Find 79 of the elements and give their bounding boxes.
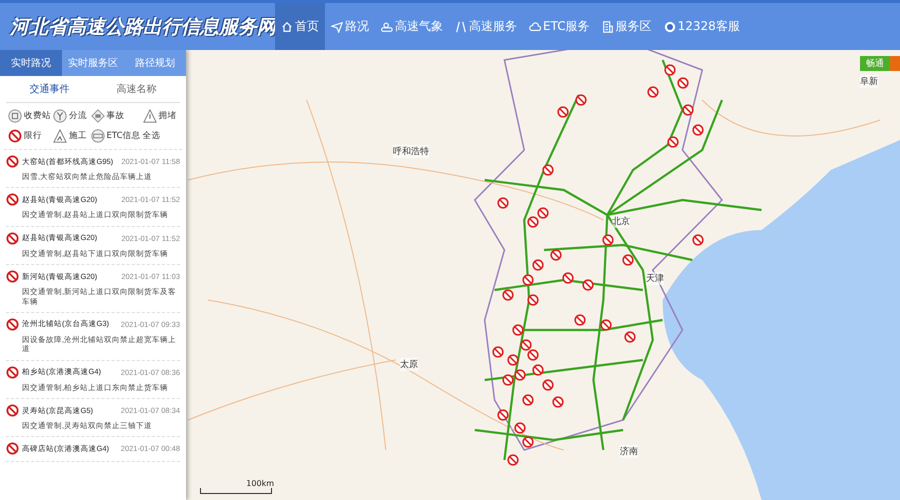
road-icon bbox=[455, 20, 467, 32]
closure-marker-icon[interactable] bbox=[557, 106, 569, 118]
city-label: 天津 bbox=[646, 272, 664, 285]
no-entry-icon bbox=[6, 270, 19, 284]
closure-marker-icon[interactable] bbox=[574, 314, 586, 326]
closure-marker-icon[interactable] bbox=[682, 104, 694, 116]
closure-marker-icon[interactable] bbox=[520, 339, 532, 351]
closure-marker-icon[interactable] bbox=[514, 369, 526, 381]
city-label: 呼和浩特 bbox=[393, 145, 429, 158]
closure-marker-icon[interactable] bbox=[507, 454, 519, 466]
nav-item[interactable]: 首页 bbox=[275, 3, 325, 50]
closure-marker-icon[interactable] bbox=[522, 394, 534, 406]
no-entry-icon bbox=[6, 442, 19, 456]
city-label: 太原 bbox=[400, 358, 418, 371]
city-label: 阜新 bbox=[860, 75, 878, 88]
no-entry-icon bbox=[6, 193, 19, 206]
closure-marker-icon[interactable] bbox=[497, 197, 509, 209]
accident-icon[interactable] bbox=[90, 109, 104, 123]
closure-marker-icon[interactable] bbox=[527, 294, 539, 306]
closure-marker-icon[interactable] bbox=[542, 379, 554, 391]
closure-marker-icon[interactable] bbox=[522, 436, 534, 448]
home-icon bbox=[281, 20, 293, 32]
warning-icon[interactable] bbox=[142, 109, 156, 123]
closure-marker-icon[interactable] bbox=[582, 279, 594, 291]
closure-marker-icon[interactable] bbox=[537, 207, 549, 219]
closure-marker-icon[interactable] bbox=[552, 396, 564, 408]
closure-marker-icon[interactable] bbox=[502, 374, 514, 386]
scale-bar bbox=[200, 488, 272, 494]
closure-marker-icon[interactable] bbox=[677, 77, 689, 89]
closure-marker-icon[interactable] bbox=[692, 124, 704, 136]
closure-marker-icon[interactable] bbox=[562, 272, 574, 284]
closure-marker-icon[interactable] bbox=[512, 324, 524, 336]
paper-plane-icon bbox=[331, 20, 343, 32]
closure-marker-icon[interactable] bbox=[532, 364, 544, 376]
scale-label: 100km bbox=[246, 480, 274, 488]
cloud-icon bbox=[529, 20, 541, 32]
closure-marker-icon[interactable] bbox=[602, 234, 614, 246]
closure-marker-icon[interactable] bbox=[664, 64, 676, 76]
filter-label[interactable]: 拥堵 bbox=[158, 110, 176, 122]
closure-marker-icon[interactable] bbox=[542, 164, 554, 176]
etc-badge-icon[interactable] bbox=[90, 129, 104, 143]
filter-label[interactable]: 全选 bbox=[142, 130, 160, 142]
fork-icon[interactable] bbox=[53, 109, 67, 123]
closure-marker-icon[interactable] bbox=[532, 259, 544, 271]
no-entry-icon bbox=[6, 404, 19, 417]
no-entry-icon bbox=[6, 366, 19, 379]
no-entry-icon bbox=[6, 155, 19, 168]
no-entry-icon bbox=[6, 232, 19, 245]
filter-label[interactable]: 分流 bbox=[69, 110, 87, 122]
closure-marker-icon[interactable] bbox=[527, 216, 539, 228]
closure-marker-icon[interactable] bbox=[527, 349, 539, 361]
closure-marker-icon[interactable] bbox=[550, 249, 562, 261]
filter-label[interactable]: ETC信息 bbox=[106, 130, 140, 142]
filter-label[interactable]: 事故 bbox=[106, 110, 124, 122]
filter-label[interactable]: 施工 bbox=[69, 130, 87, 142]
closure-marker-icon[interactable] bbox=[692, 234, 704, 246]
city-label: 济南 bbox=[620, 445, 638, 458]
closure-marker-icon[interactable] bbox=[575, 94, 587, 106]
headset-icon bbox=[664, 20, 676, 32]
closure-marker-icon[interactable] bbox=[502, 289, 514, 301]
filter-label[interactable]: 收费站 bbox=[24, 110, 51, 122]
closure-marker-icon[interactable] bbox=[497, 409, 509, 421]
no-entry-icon[interactable] bbox=[8, 129, 22, 143]
closure-marker-icon[interactable] bbox=[647, 86, 659, 98]
no-entry-icon bbox=[6, 318, 19, 331]
toll-gate-icon[interactable] bbox=[8, 109, 22, 123]
filter-label[interactable]: 限行 bbox=[24, 130, 42, 142]
closure-marker-icon[interactable] bbox=[624, 331, 636, 343]
closure-marker-icon[interactable] bbox=[667, 136, 679, 148]
closure-marker-icon[interactable] bbox=[507, 354, 519, 366]
closure-marker-icon[interactable] bbox=[600, 319, 612, 331]
closure-marker-icon[interactable] bbox=[522, 274, 534, 286]
sidebar-tab[interactable]: 实时路况 bbox=[0, 50, 62, 76]
closure-marker-icon[interactable] bbox=[514, 422, 526, 434]
building-icon bbox=[602, 20, 614, 32]
closure-marker-icon[interactable] bbox=[622, 254, 634, 266]
closure-marker-icon[interactable] bbox=[492, 346, 504, 358]
city-label: 北京 bbox=[612, 215, 630, 228]
construction-icon[interactable] bbox=[53, 129, 67, 143]
